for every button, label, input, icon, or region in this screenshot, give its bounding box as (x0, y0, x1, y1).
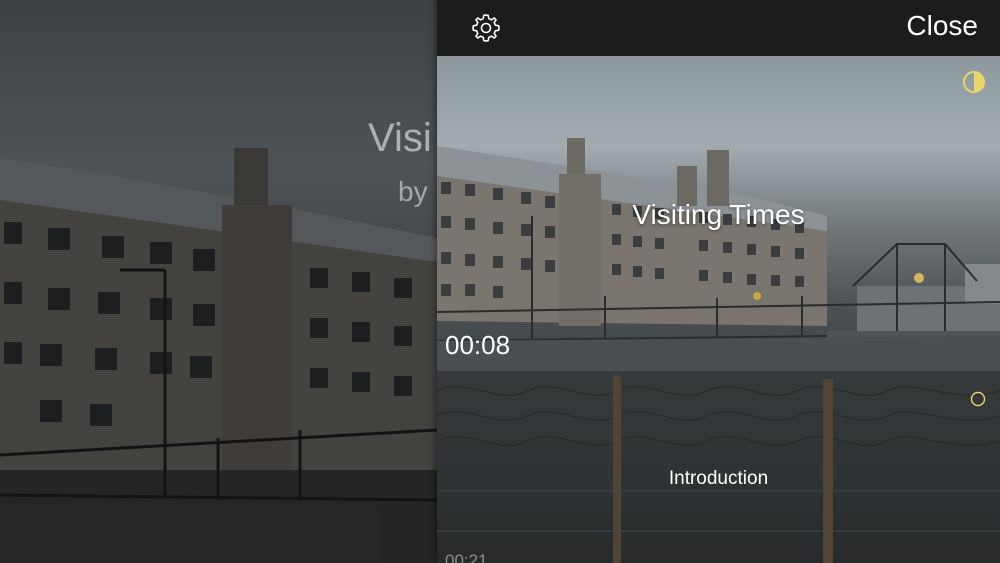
chapter-title: Introduction (668, 468, 769, 489)
close-button[interactable]: Close (906, 10, 978, 42)
background-title-text: Visi (368, 116, 432, 160)
background-subtitle-text: by (398, 176, 428, 207)
chapters-panel: Close Visiting Times 00:08 Introduction … (437, 0, 1000, 563)
chapter-time: 00:21 (445, 551, 488, 563)
chapter-title: Visiting Times (632, 199, 805, 230)
half-circle-icon (962, 70, 986, 94)
gear-icon[interactable] (470, 12, 502, 44)
chapter-item-introduction[interactable]: Introduction 00:21 (437, 371, 1000, 563)
chapter-time: 00:08 (445, 330, 511, 360)
chapter-item-visiting-times[interactable]: Visiting Times 00:08 (437, 56, 1000, 371)
circle-outline-icon (970, 391, 986, 407)
panel-top-bar: Close (437, 0, 1000, 56)
